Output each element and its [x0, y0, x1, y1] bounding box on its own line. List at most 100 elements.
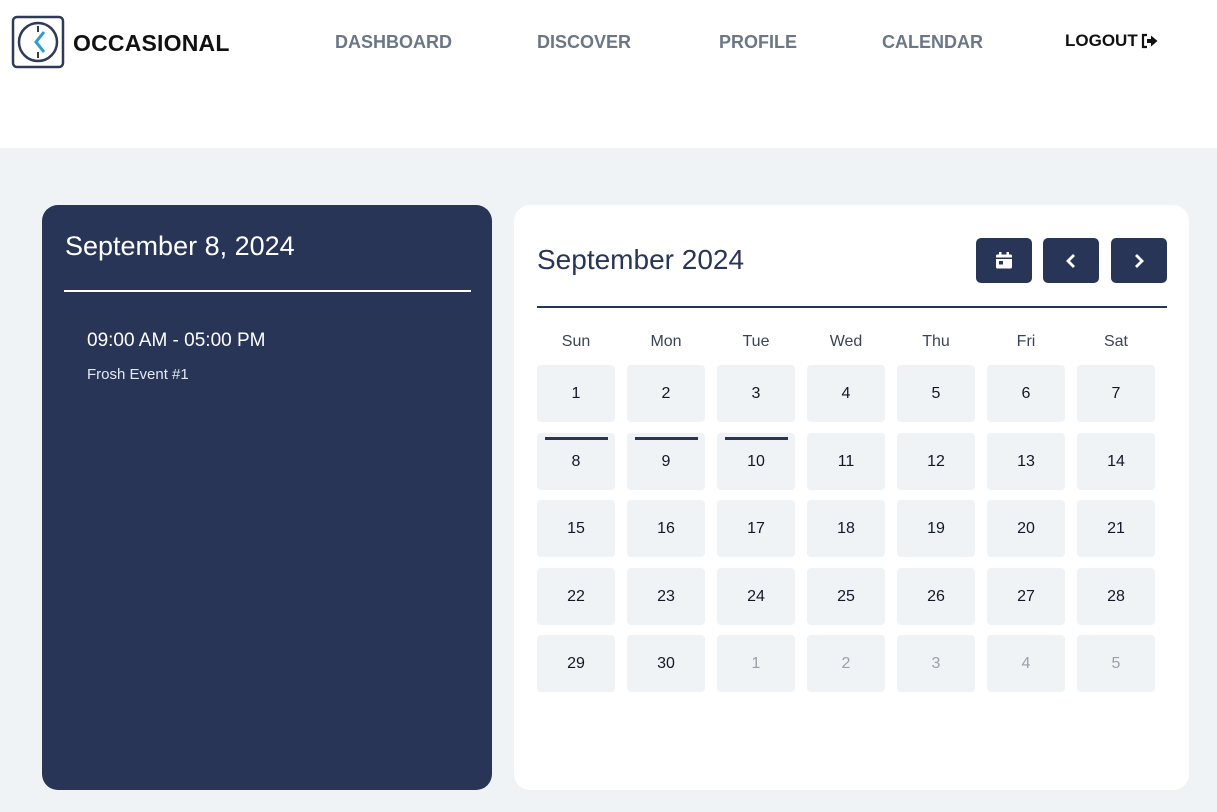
- day-number: 3: [931, 654, 941, 672]
- calendar-day[interactable]: 6: [987, 365, 1065, 422]
- previous-month-button[interactable]: [1043, 238, 1099, 283]
- weekday-label: Tue: [742, 333, 770, 350]
- day-number: 6: [1021, 384, 1031, 402]
- logout-label: LOGOUT: [1065, 31, 1138, 50]
- logout-button[interactable]: LOGOUT: [1065, 31, 1159, 51]
- day-number: 4: [841, 384, 851, 402]
- weekday-label: Fri: [1016, 333, 1036, 350]
- calendar-day[interactable]: 17: [717, 500, 795, 557]
- day-number: 22: [567, 587, 585, 605]
- calendar-day[interactable]: 13: [987, 433, 1065, 490]
- calendar-day[interactable]: 29: [537, 635, 615, 692]
- day-number: 26: [927, 587, 945, 605]
- weekday-label: Mon: [650, 333, 682, 350]
- calendar-month-title: September 2024: [537, 244, 745, 275]
- day-number: 1: [571, 384, 581, 402]
- calendar-day-outside[interactable]: 1: [717, 635, 795, 692]
- calendar-panel: September 2024 Sun Mon Tue Wed Thu Fri Sat 123…: [514, 205, 1189, 790]
- chevron-left-icon: [1066, 253, 1075, 268]
- weekday-label: Sat: [1103, 333, 1128, 350]
- calendar-day[interactable]: 22: [537, 568, 615, 625]
- event-time: 09:00 AM - 05:00 PM: [87, 330, 266, 351]
- calendar-day[interactable]: 19: [897, 500, 975, 557]
- day-number: 5: [931, 384, 941, 402]
- day-number: 18: [837, 519, 855, 537]
- day-number: 2: [841, 654, 851, 672]
- day-number: 13: [1017, 452, 1035, 470]
- calendar-day-outside[interactable]: 5: [1077, 635, 1155, 692]
- calendar-day[interactable]: 3: [717, 365, 795, 422]
- day-number: 3: [751, 384, 761, 402]
- weekday-label: Wed: [829, 333, 863, 350]
- calendar-day[interactable]: 30: [627, 635, 705, 692]
- nav-calendar[interactable]: CALENDAR: [882, 32, 983, 53]
- calendar-day[interactable]: 26: [897, 568, 975, 625]
- today-button[interactable]: [976, 238, 1032, 283]
- nav-discover[interactable]: DISCOVER: [537, 32, 631, 53]
- day-number: 2: [661, 384, 671, 402]
- day-number: 30: [657, 654, 675, 672]
- event-name[interactable]: Frosh Event #1: [87, 366, 189, 383]
- divider: [64, 290, 471, 292]
- day-number: 4: [1021, 654, 1031, 672]
- calendar-day[interactable]: 16: [627, 500, 705, 557]
- day-number: 24: [747, 587, 765, 605]
- calendar-day[interactable]: 14: [1077, 433, 1155, 490]
- day-number: 14: [1107, 452, 1125, 470]
- day-number: 9: [661, 452, 671, 470]
- event-indicator: [725, 437, 788, 440]
- day-number: 7: [1111, 384, 1121, 402]
- calendar-day[interactable]: 8: [537, 433, 615, 490]
- calendar-day[interactable]: 24: [717, 568, 795, 625]
- calendar-day[interactable]: 11: [807, 433, 885, 490]
- calendar-day[interactable]: 23: [627, 568, 705, 625]
- calendar-day[interactable]: 27: [987, 568, 1065, 625]
- calendar-day[interactable]: 20: [987, 500, 1065, 557]
- calendar-day[interactable]: 10: [717, 433, 795, 490]
- calendar-day[interactable]: 21: [1077, 500, 1155, 557]
- sign-out-icon: [1141, 33, 1158, 49]
- event-indicator: [635, 437, 698, 440]
- calendar-day[interactable]: 2: [627, 365, 705, 422]
- selected-date-title: September 8, 2024: [65, 231, 295, 261]
- calendar-day[interactable]: 18: [807, 500, 885, 557]
- day-number: 27: [1017, 587, 1035, 605]
- day-number: 25: [837, 587, 855, 605]
- calendar-day[interactable]: 9: [627, 433, 705, 490]
- nav-profile[interactable]: PROFILE: [719, 32, 797, 53]
- day-number: 17: [747, 519, 765, 537]
- clock-logo-icon[interactable]: [11, 15, 65, 69]
- day-number: 20: [1017, 519, 1035, 537]
- calendar-day-outside[interactable]: 2: [807, 635, 885, 692]
- top-nav-bar: OCCASIONAL DASHBOARD DISCOVER PROFILE CA…: [0, 0, 1217, 148]
- weekday-label: Thu: [922, 333, 950, 350]
- calendar-day[interactable]: 4: [807, 365, 885, 422]
- day-number: 10: [747, 452, 765, 470]
- nav-dashboard[interactable]: DASHBOARD: [335, 32, 452, 53]
- day-number: 19: [927, 519, 945, 537]
- day-number: 5: [1111, 654, 1121, 672]
- calendar-day-outside[interactable]: 3: [897, 635, 975, 692]
- calendar-divider: [537, 306, 1167, 308]
- brand-name[interactable]: OCCASIONAL: [73, 30, 230, 57]
- day-number: 15: [567, 519, 585, 537]
- day-number: 11: [837, 452, 855, 470]
- day-number: 28: [1107, 587, 1125, 605]
- day-number: 12: [927, 452, 945, 470]
- weekday-label: Sun: [561, 333, 591, 350]
- day-number: 16: [657, 519, 675, 537]
- day-number: 21: [1107, 519, 1125, 537]
- chevron-right-icon: [1135, 253, 1144, 268]
- calendar-day[interactable]: 12: [897, 433, 975, 490]
- calendar-day-outside[interactable]: 4: [987, 635, 1065, 692]
- calendar-day[interactable]: 15: [537, 500, 615, 557]
- calendar-day[interactable]: 1: [537, 365, 615, 422]
- day-number: 8: [571, 452, 581, 470]
- calendar-day[interactable]: 25: [807, 568, 885, 625]
- day-number: 1: [751, 654, 761, 672]
- calendar-day[interactable]: 5: [897, 365, 975, 422]
- calendar-day[interactable]: 7: [1077, 365, 1155, 422]
- selected-day-panel: September 8, 2024 09:00 AM - 05:00 PM Fr…: [42, 205, 492, 790]
- next-month-button[interactable]: [1111, 238, 1167, 283]
- calendar-day[interactable]: 28: [1077, 568, 1155, 625]
